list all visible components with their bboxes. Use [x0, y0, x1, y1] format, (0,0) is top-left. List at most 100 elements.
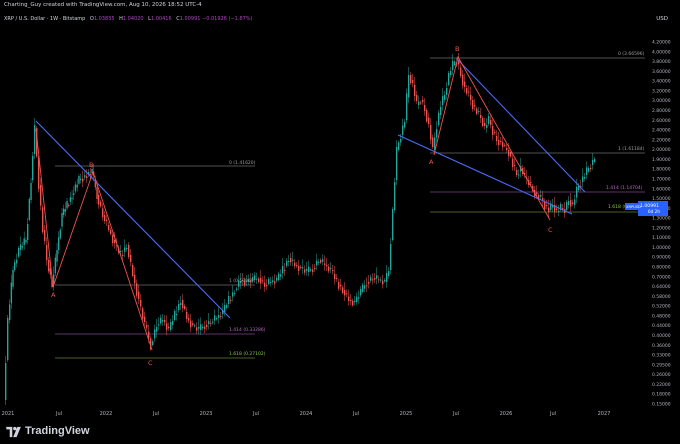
candle-body — [230, 300, 232, 301]
candle-body — [400, 139, 402, 143]
candle-body — [396, 147, 398, 180]
candle-body — [296, 265, 298, 266]
candle-body — [204, 326, 206, 329]
candle-body — [192, 323, 194, 325]
candle-body — [408, 75, 410, 98]
trendlines[interactable] — [35, 59, 586, 319]
time-tick-label: Jul — [352, 411, 359, 417]
abc-waves[interactable]: A B C A B C — [35, 45, 553, 367]
price-tick-label: 2.40000 — [652, 128, 671, 134]
candle-body — [358, 297, 360, 299]
candle-body — [418, 101, 420, 105]
price-tick-label: 2.80000 — [652, 108, 671, 114]
candle-body — [42, 207, 44, 232]
price-tick-label: 3.20000 — [652, 88, 671, 94]
candle-body — [206, 325, 208, 327]
candle-body — [392, 209, 394, 240]
price-axis[interactable]: 4.20000 4.00000 3.80000 3.60000 3.40000 3.200… — [652, 40, 671, 408]
candle-body — [590, 168, 592, 169]
price-chart[interactable]: 0 (1.41620) 1 (0.50969) 1.414 (0.33286) … — [0, 0, 680, 420]
candle-body — [556, 208, 558, 210]
candle-body — [374, 278, 376, 280]
candle-body — [186, 312, 188, 319]
candle-body — [426, 110, 428, 122]
candle-body — [64, 209, 67, 212]
price-tick-label: 1.30000 — [652, 216, 671, 222]
candle-body — [482, 118, 484, 126]
candle-body — [424, 105, 426, 111]
candle-body — [518, 174, 520, 176]
candle-body — [126, 248, 128, 249]
candle-body — [68, 205, 70, 206]
candle-body — [290, 258, 292, 263]
candle-body — [12, 270, 14, 287]
price-tick-label: 0.33000 — [652, 353, 671, 359]
candle-body — [464, 81, 466, 87]
candle-body — [324, 263, 326, 265]
candle-body — [454, 61, 456, 65]
candle-body — [84, 175, 86, 178]
candle-body — [438, 113, 440, 125]
candle-body — [112, 235, 114, 243]
price-tick-label: 0.15000 — [652, 402, 671, 408]
candle-body — [440, 107, 442, 115]
candle-body — [110, 230, 112, 234]
candle-body — [174, 311, 176, 320]
candle-body — [474, 105, 476, 107]
tradingview-brand[interactable]: TradingView — [25, 425, 90, 437]
price-tick-label: 3.40000 — [652, 79, 671, 85]
candle-body — [73, 193, 75, 195]
candle-body — [460, 67, 462, 76]
candle-body — [202, 326, 204, 329]
candles — [5, 53, 596, 405]
candle-body — [348, 296, 350, 301]
fib2-label-0: 0 (3.66596) — [618, 51, 645, 57]
candle-body — [422, 100, 424, 102]
candle-body — [478, 111, 480, 112]
tradingview-logo-icon[interactable] — [6, 426, 22, 438]
candle-body — [7, 318, 9, 360]
candle-body — [71, 198, 73, 199]
candle-body — [234, 293, 236, 294]
candle-body — [344, 290, 346, 296]
time-axis[interactable]: 2021 Jul 2022 Jul 2023 Jul 2024 Jul 2025 Jul 2026 J… — [2, 411, 611, 417]
candle-body — [63, 208, 65, 215]
candle-body — [298, 266, 300, 271]
candle-body — [220, 316, 222, 317]
price-tick-label: 2.20000 — [652, 137, 671, 143]
candle-body — [266, 285, 268, 286]
candle-body — [292, 259, 294, 261]
candle-body — [330, 268, 332, 269]
candle-body — [340, 284, 342, 287]
candle-body — [76, 184, 78, 188]
candle-body — [446, 88, 448, 95]
candle-body — [370, 277, 372, 281]
candle-body — [228, 296, 230, 304]
candle-body — [16, 259, 18, 264]
candle-body — [272, 280, 274, 282]
candle-body — [14, 262, 16, 270]
candle-body — [156, 327, 158, 332]
candle-body — [402, 125, 404, 135]
candle-body — [568, 201, 570, 205]
candle-body — [48, 260, 50, 272]
candle-body — [484, 123, 486, 126]
candle-body — [212, 321, 214, 323]
candle-body — [34, 125, 36, 154]
wave-label-b2: B — [455, 45, 459, 53]
candle-body — [264, 282, 266, 287]
candle-body — [226, 305, 228, 308]
candle-body — [476, 108, 478, 114]
candle-body — [448, 73, 450, 85]
candle-body — [74, 184, 77, 192]
time-tick-label: 2026 — [500, 411, 513, 417]
fib-label-1: 1 (0.50969) — [229, 278, 256, 284]
candle-body — [278, 273, 280, 280]
candle-body — [196, 327, 198, 331]
candle-body — [310, 269, 312, 271]
candle-body — [354, 301, 356, 302]
candle-body — [406, 93, 408, 120]
candle-body — [40, 185, 42, 206]
candle-body — [380, 279, 382, 281]
candle-body — [472, 100, 474, 109]
